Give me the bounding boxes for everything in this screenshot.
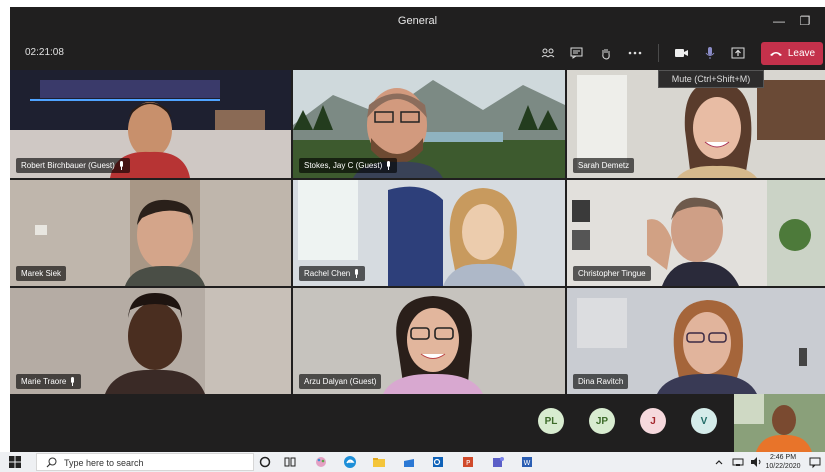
video-tile[interactable]: Christopher Tingue — [567, 180, 825, 286]
participant-strip: PL JP J V — [10, 394, 825, 452]
participant-name: Stokes, Jay C (Guest) — [304, 161, 383, 170]
svg-text:W: W — [524, 459, 531, 467]
svg-text:P: P — [466, 459, 470, 467]
chat-icon[interactable] — [565, 43, 587, 63]
participant-name: Robert Birchbauer (Guest) — [21, 161, 115, 170]
task-view-icon[interactable] — [283, 455, 297, 469]
participant-avatar[interactable]: J — [640, 408, 666, 434]
network-icon[interactable] — [731, 455, 745, 469]
self-video — [734, 394, 825, 452]
video-tile[interactable]: Stokes, Jay C (Guest) — [293, 70, 565, 178]
meeting-timer: 02:21:08 — [25, 47, 64, 58]
share-icon[interactable] — [727, 43, 749, 63]
participant-avatar[interactable]: PL — [538, 408, 564, 434]
participant-name-tag: Marie Traore — [16, 374, 82, 389]
meeting-toolbar: 02:21:08 Leave — [10, 35, 825, 71]
participant-name-tag: Robert Birchbauer (Guest) — [16, 158, 130, 173]
video-tile[interactable]: Rachel Chen — [293, 180, 565, 286]
participant-avatar[interactable]: V — [691, 408, 717, 434]
video-grid: Robert Birchbauer (Guest) Stokes, Jay C … — [10, 70, 825, 394]
video-tile[interactable]: Robert Birchbauer (Guest) — [10, 70, 291, 178]
participant-name-tag: Dina Ravitch — [573, 374, 629, 389]
store-icon[interactable] — [402, 455, 416, 469]
video-tile[interactable]: Marie Traore — [10, 288, 291, 394]
video-tile[interactable]: Dina Ravitch — [567, 288, 825, 394]
participant-name: Christopher Tingue — [578, 269, 646, 278]
title-bar: General — ❐ — [10, 7, 825, 35]
file-explorer-icon[interactable] — [372, 455, 386, 469]
windows-start-icon[interactable] — [9, 456, 21, 468]
leave-button[interactable]: Leave — [761, 42, 823, 65]
avatar-initials: JP — [595, 415, 609, 427]
avatar-initials: V — [700, 415, 708, 427]
word-icon[interactable]: W — [520, 455, 534, 469]
toolbar-divider — [658, 44, 659, 62]
outlook-icon[interactable] — [431, 455, 445, 469]
participant-name: Sarah Demetz — [578, 161, 630, 170]
notifications-icon[interactable] — [808, 455, 822, 469]
participant-name-tag: Arzu Dalyan (Guest) — [299, 374, 382, 389]
maximize-button[interactable]: ❐ — [796, 12, 814, 30]
paint-icon[interactable] — [314, 455, 328, 469]
hang-up-icon — [769, 52, 782, 56]
participant-name: Arzu Dalyan (Guest) — [304, 377, 377, 386]
participant-name-tag: Rachel Chen — [299, 266, 366, 281]
window-title: General — [397, 15, 438, 27]
mute-tooltip: Mute (Ctrl+Shift+M) — [658, 70, 764, 88]
participant-name: Rachel Chen — [304, 269, 351, 278]
leave-label: Leave — [787, 48, 816, 59]
video-tile[interactable]: Marek Siek — [10, 180, 291, 286]
self-view-video[interactable] — [734, 394, 825, 452]
mic-icon — [71, 377, 75, 386]
search-placeholder: Type here to search — [64, 458, 144, 468]
avatar-initials: J — [650, 415, 656, 427]
mic-icon — [119, 161, 123, 170]
microphone-icon[interactable] — [699, 43, 721, 63]
powerpoint-icon[interactable]: P — [461, 455, 475, 469]
chevron-up-icon[interactable] — [712, 455, 726, 469]
participant-name: Dina Ravitch — [578, 377, 624, 386]
more-icon[interactable] — [624, 43, 646, 63]
search-icon — [46, 457, 57, 468]
mic-icon — [387, 161, 391, 170]
participant-name-tag: Christopher Tingue — [573, 266, 651, 281]
raise-hand-icon[interactable] — [595, 43, 617, 63]
windows-taskbar: Type here to search P W 2:46 PM 10/22/20… — [0, 452, 825, 472]
camera-icon[interactable] — [670, 43, 692, 63]
clock-time[interactable]: 2:46 PM — [766, 454, 800, 461]
participants-icon[interactable] — [537, 43, 559, 63]
teams-meeting-window: General — ❐ 02:21:08 Leave Robert Birchb… — [10, 7, 825, 452]
participant-name: Marek Siek — [21, 269, 62, 278]
avatar-initials: PL — [544, 415, 558, 427]
participant-avatar[interactable]: JP — [589, 408, 615, 434]
participant-name-tag: Sarah Demetz — [573, 158, 635, 173]
mic-icon — [355, 269, 359, 278]
volume-icon[interactable] — [749, 455, 763, 469]
cortana-icon[interactable] — [258, 455, 272, 469]
video-tile[interactable]: Arzu Dalyan (Guest) — [293, 288, 565, 394]
minimize-button[interactable]: — — [770, 12, 788, 30]
participant-name-tag: Marek Siek — [16, 266, 67, 281]
participant-name-tag: Stokes, Jay C (Guest) — [299, 158, 398, 173]
clock-date[interactable]: 10/22/2020 — [763, 463, 803, 470]
participant-name: Marie Traore — [21, 377, 67, 386]
taskbar-search-box[interactable]: Type here to search — [36, 453, 254, 471]
edge-icon[interactable] — [343, 455, 357, 469]
teams-icon[interactable] — [491, 455, 505, 469]
